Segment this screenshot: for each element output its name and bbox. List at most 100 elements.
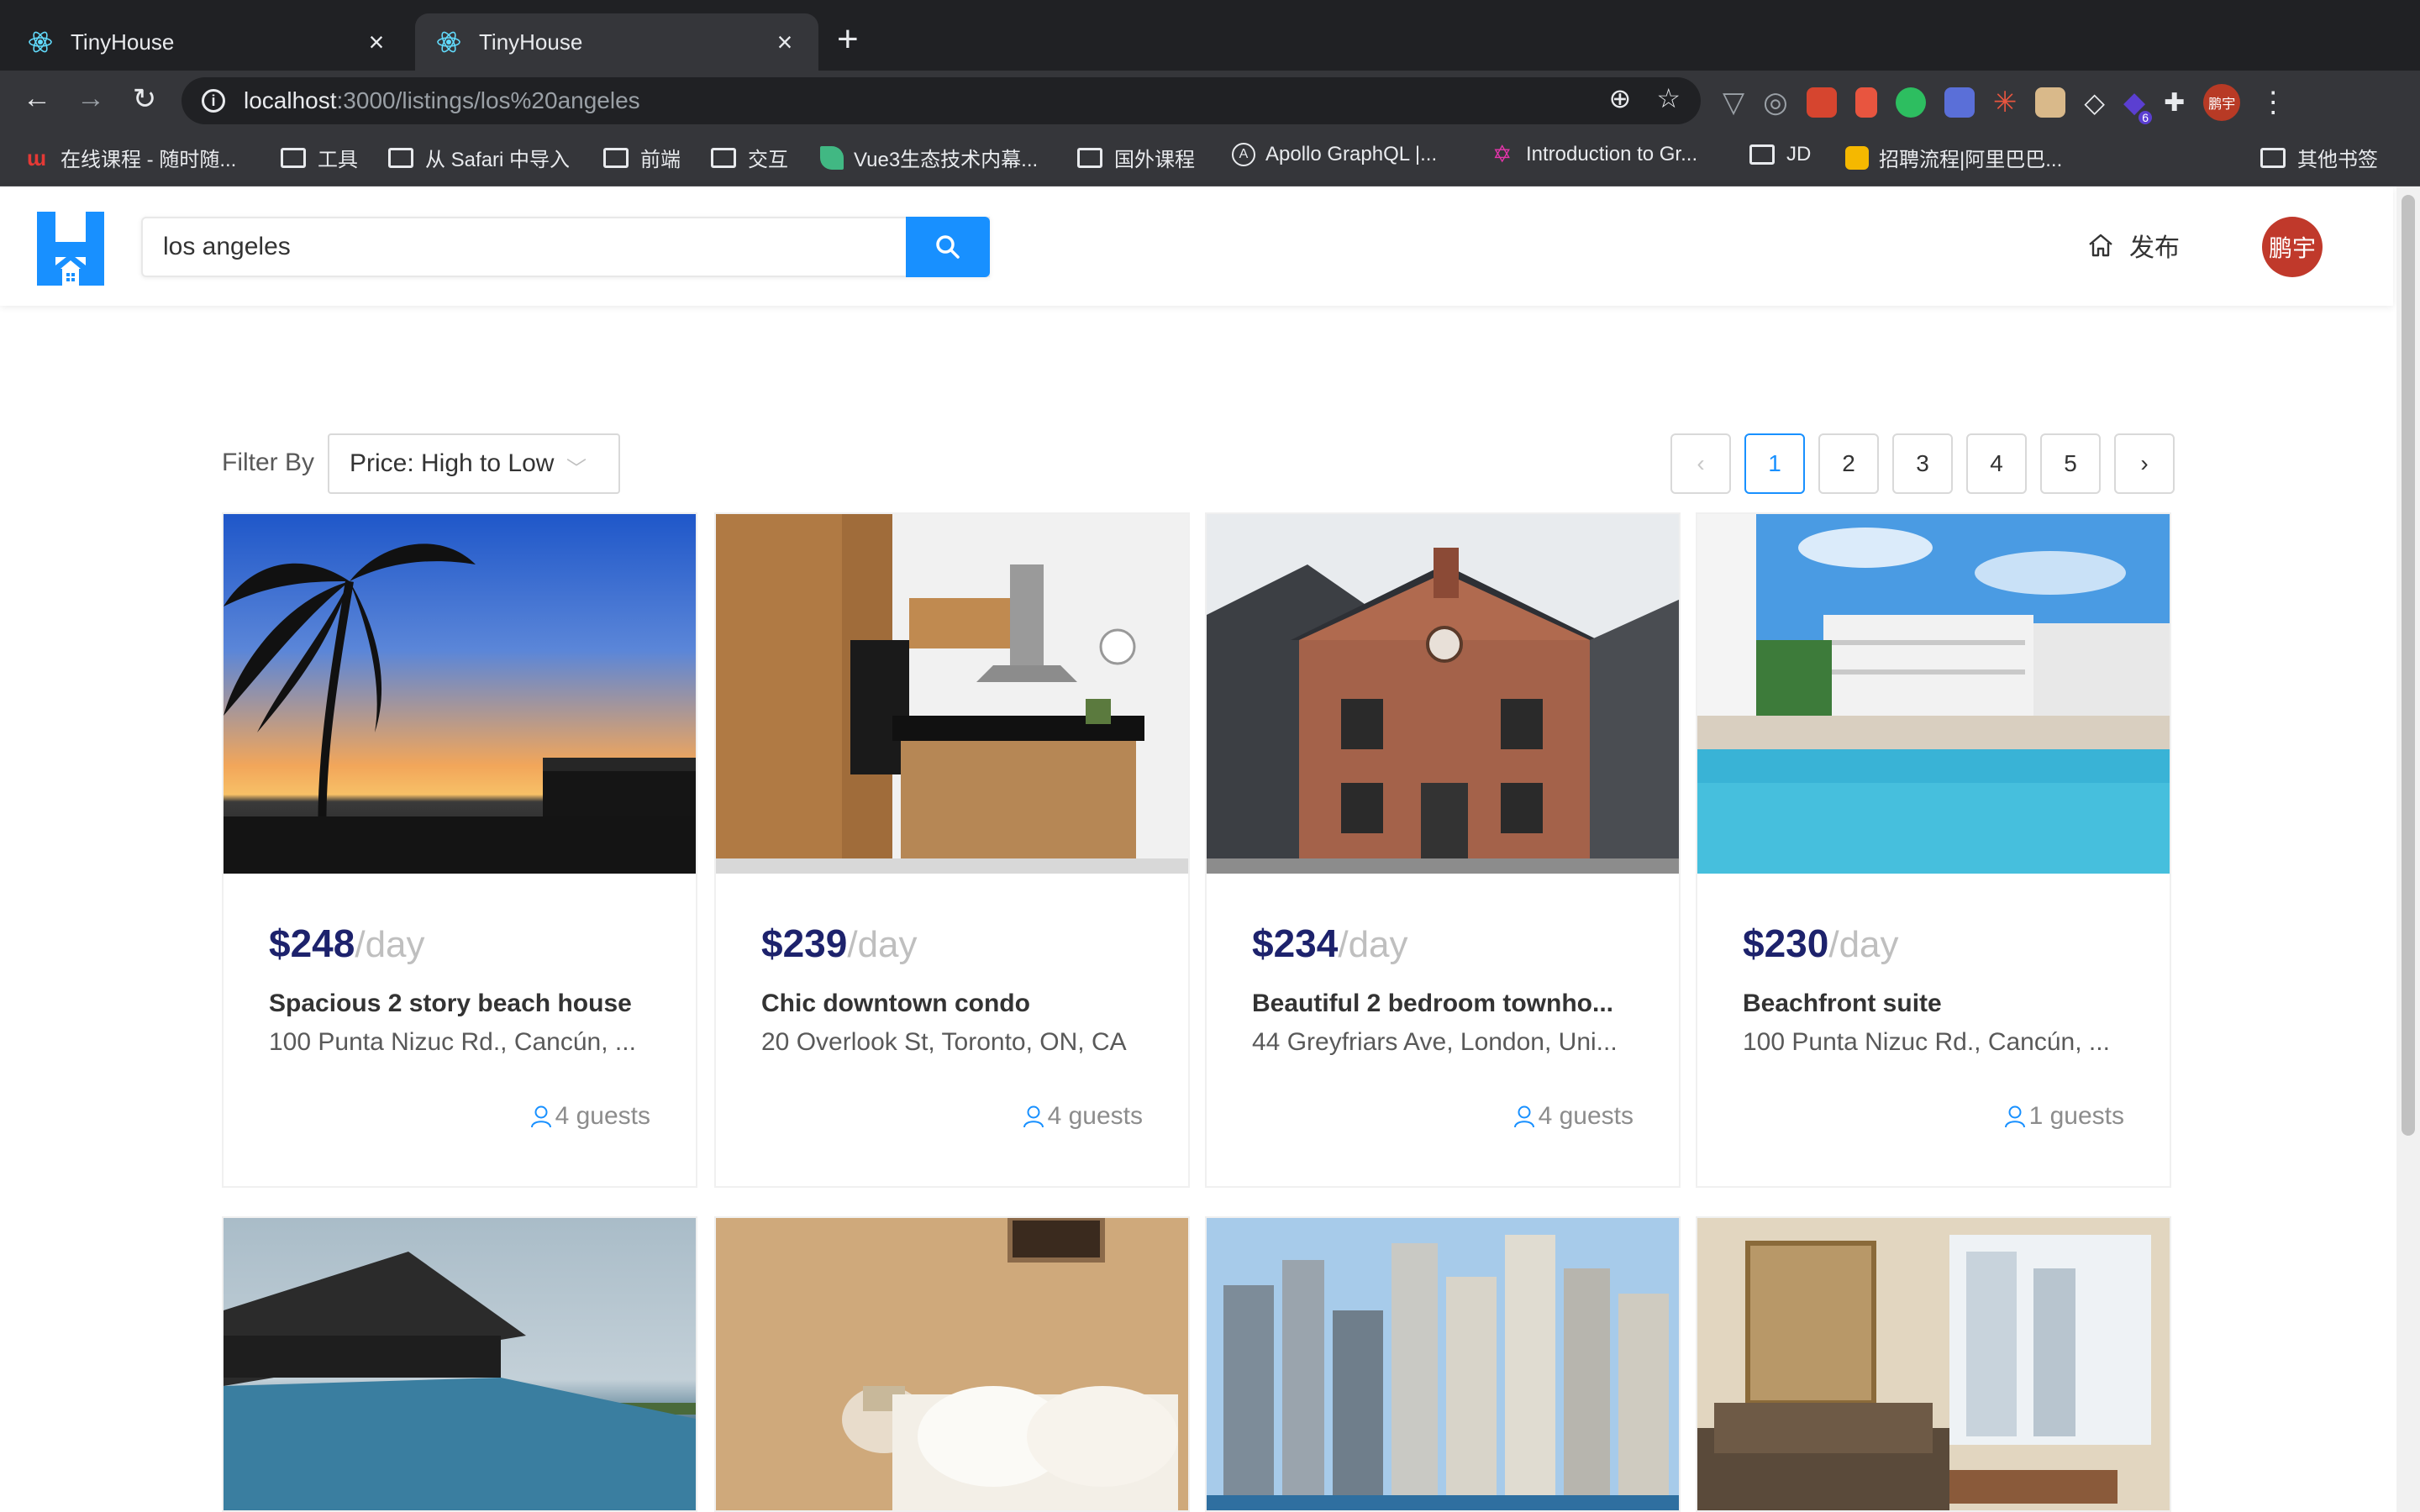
listing-title: Beautiful 2 bedroom townho... [1252, 990, 1613, 1017]
bookmark-label: 从 Safari 中导入 [425, 149, 571, 171]
extension-icon[interactable]: ✳ [1993, 86, 2018, 119]
extension-icon[interactable] [1854, 87, 1877, 118]
price-unit: /day [1338, 924, 1408, 965]
bookmark-folder[interactable]: JD [1749, 143, 1811, 166]
search-button[interactable] [906, 217, 990, 277]
bookmark-folder[interactable]: 从 Safari 中导入 [388, 143, 570, 172]
bookmark-folder[interactable]: 其他书签 [2260, 143, 2378, 172]
page-number: 2 [1842, 450, 1855, 476]
puzzle-extensions-icon[interactable]: ✚ [2164, 88, 2185, 118]
diamond-extension-icon[interactable]: ◇ [2084, 87, 2105, 118]
listing-card[interactable] [714, 1216, 1190, 1512]
tab-title: TinyHouse [479, 29, 583, 55]
extension-icon[interactable] [1944, 87, 1975, 118]
search-input[interactable]: los angeles [141, 217, 990, 277]
listing-card[interactable]: $248/day Spacious 2 story beach house 10… [222, 512, 697, 1188]
pagination-page-2[interactable]: 2 [1818, 433, 1879, 494]
listing-title: Beachfront suite [1743, 990, 1942, 1017]
evernote-extension-icon[interactable] [1895, 87, 1926, 118]
bookmark-star-icon[interactable]: ☆ [1656, 82, 1681, 114]
pagination-next-button[interactable]: › [2114, 433, 2175, 494]
chevron-left-icon: ‹ [1697, 450, 1705, 476]
back-icon[interactable]: ← [18, 82, 55, 115]
extension-icon[interactable] [1806, 87, 1837, 118]
bookmark-label: Apollo GraphQL |... [1265, 143, 1438, 165]
bookmark-item[interactable]: A Apollo GraphQL |... [1232, 143, 1437, 166]
extension-badge-icon[interactable]: ◆ 6 [2123, 86, 2153, 124]
home-icon [2089, 234, 2112, 257]
listing-card[interactable]: $239/day Chic downtown condo 20 Overlook… [714, 512, 1190, 1188]
guests-count: 4 guests [1538, 1102, 1634, 1130]
pagination-page-3[interactable]: 3 [1892, 433, 1953, 494]
price-amount: $230 [1743, 921, 1829, 965]
publish-label: 发布 [2129, 234, 2180, 262]
listing-image [1207, 514, 1679, 874]
bookmark-item[interactable]: ✡ Introduction to Gr... [1492, 143, 1697, 166]
sort-filter-select[interactable]: Price: High to Low ﹀ [328, 433, 620, 494]
pagination-page-5[interactable]: 5 [2040, 433, 2101, 494]
url-host: localhost [244, 87, 337, 113]
coursera-favicon-icon: ɯ [27, 144, 47, 171]
close-icon[interactable]: × [771, 27, 798, 58]
site-info-icon[interactable]: i [202, 89, 225, 113]
zoom-icon[interactable]: ⊕ [1609, 82, 1632, 114]
close-icon[interactable]: × [363, 27, 390, 58]
bookmark-label: 招聘流程|阿里巴巴... [1879, 149, 2063, 171]
address-bar[interactable]: i localhost:3000/listings/los%20angeles … [182, 77, 1701, 124]
forward-icon[interactable]: → [72, 82, 109, 115]
listing-address: 20 Overlook St, Toronto, ON, CA [761, 1028, 1127, 1056]
react-favicon-icon [29, 31, 52, 53]
reload-icon[interactable]: ↻ [126, 82, 163, 116]
browser-tab[interactable]: TinyHouse × [7, 13, 410, 71]
price-unit: /day [355, 924, 425, 965]
bookmark-item[interactable]: 招聘流程|阿里巴巴... [1845, 143, 2062, 172]
bookmark-folder[interactable]: 前端 [603, 143, 681, 172]
listing-guests: 4 guests [1513, 1102, 1634, 1131]
menu-kebab-icon[interactable]: ⋮ [2259, 86, 2287, 119]
listing-image [716, 514, 1188, 874]
new-tab-button[interactable]: + [837, 18, 859, 60]
listing-card[interactable] [222, 1216, 697, 1512]
bookmark-item[interactable]: Vue3生态技术内幕... [820, 143, 1038, 172]
browser-toolbar: ← → ↻ i localhost:3000/listings/los%20an… [0, 71, 2420, 129]
page-number: 1 [1768, 450, 1781, 476]
listing-card[interactable] [1696, 1216, 2171, 1512]
price-amount: $239 [761, 921, 848, 965]
pagination-page-1[interactable]: 1 [1744, 433, 1805, 494]
listing-title: Spacious 2 story beach house [269, 990, 632, 1017]
tinyhouse-logo-icon[interactable] [37, 212, 104, 286]
bookmark-folder[interactable]: 交互 [711, 143, 788, 172]
publish-link[interactable]: 发布 [2087, 227, 2180, 264]
bookmark-label: 国外课程 [1114, 149, 1195, 171]
extension-icon[interactable] [2035, 87, 2066, 118]
chevron-right-icon: › [2140, 450, 2149, 476]
target-extension-icon[interactable]: ◎ [1763, 86, 1788, 119]
bookmark-label: Vue3生态技术内幕... [854, 149, 1039, 171]
listing-image [1697, 514, 2170, 874]
bookmark-label: 交互 [748, 149, 788, 171]
bookmark-folder[interactable]: 国外课程 [1077, 143, 1195, 172]
pagination-page-4[interactable]: 4 [1966, 433, 2027, 494]
page-number: 5 [2064, 450, 2077, 476]
listing-title: Chic downtown condo [761, 990, 1030, 1017]
profile-avatar[interactable]: 鹏宇 [2203, 84, 2241, 121]
listing-card[interactable] [1205, 1216, 1681, 1512]
listing-card[interactable]: $234/day Beautiful 2 bedroom townho... 4… [1205, 512, 1681, 1188]
url-path: :3000/listings/los%20angeles [336, 87, 640, 113]
price-amount: $248 [269, 921, 355, 965]
page-number: 4 [1990, 450, 2003, 476]
guests-count: 4 guests [555, 1102, 650, 1130]
listing-image [224, 1218, 696, 1510]
guests-count: 1 guests [2028, 1102, 2124, 1130]
scrollbar-thumb[interactable] [2402, 195, 2415, 1136]
page-scrollbar[interactable] [2396, 186, 2420, 1512]
bookmark-label: 在线课程 - 随时随... [60, 149, 237, 171]
listing-card[interactable]: $230/day Beachfront suite 100 Punta Nizu… [1696, 512, 2171, 1188]
bookmark-folder[interactable]: 工具 [281, 143, 358, 172]
user-avatar[interactable]: 鹏宇 [2262, 217, 2323, 277]
bookmark-item[interactable]: ɯ 在线课程 - 随时随... [27, 143, 236, 172]
vue-devtools-extension-icon[interactable]: ▽ [1723, 86, 1744, 119]
pagination-prev-button[interactable]: ‹ [1670, 433, 1731, 494]
bookmark-label: Introduction to Gr... [1526, 143, 1698, 165]
browser-tab-active[interactable]: TinyHouse × [415, 13, 818, 71]
